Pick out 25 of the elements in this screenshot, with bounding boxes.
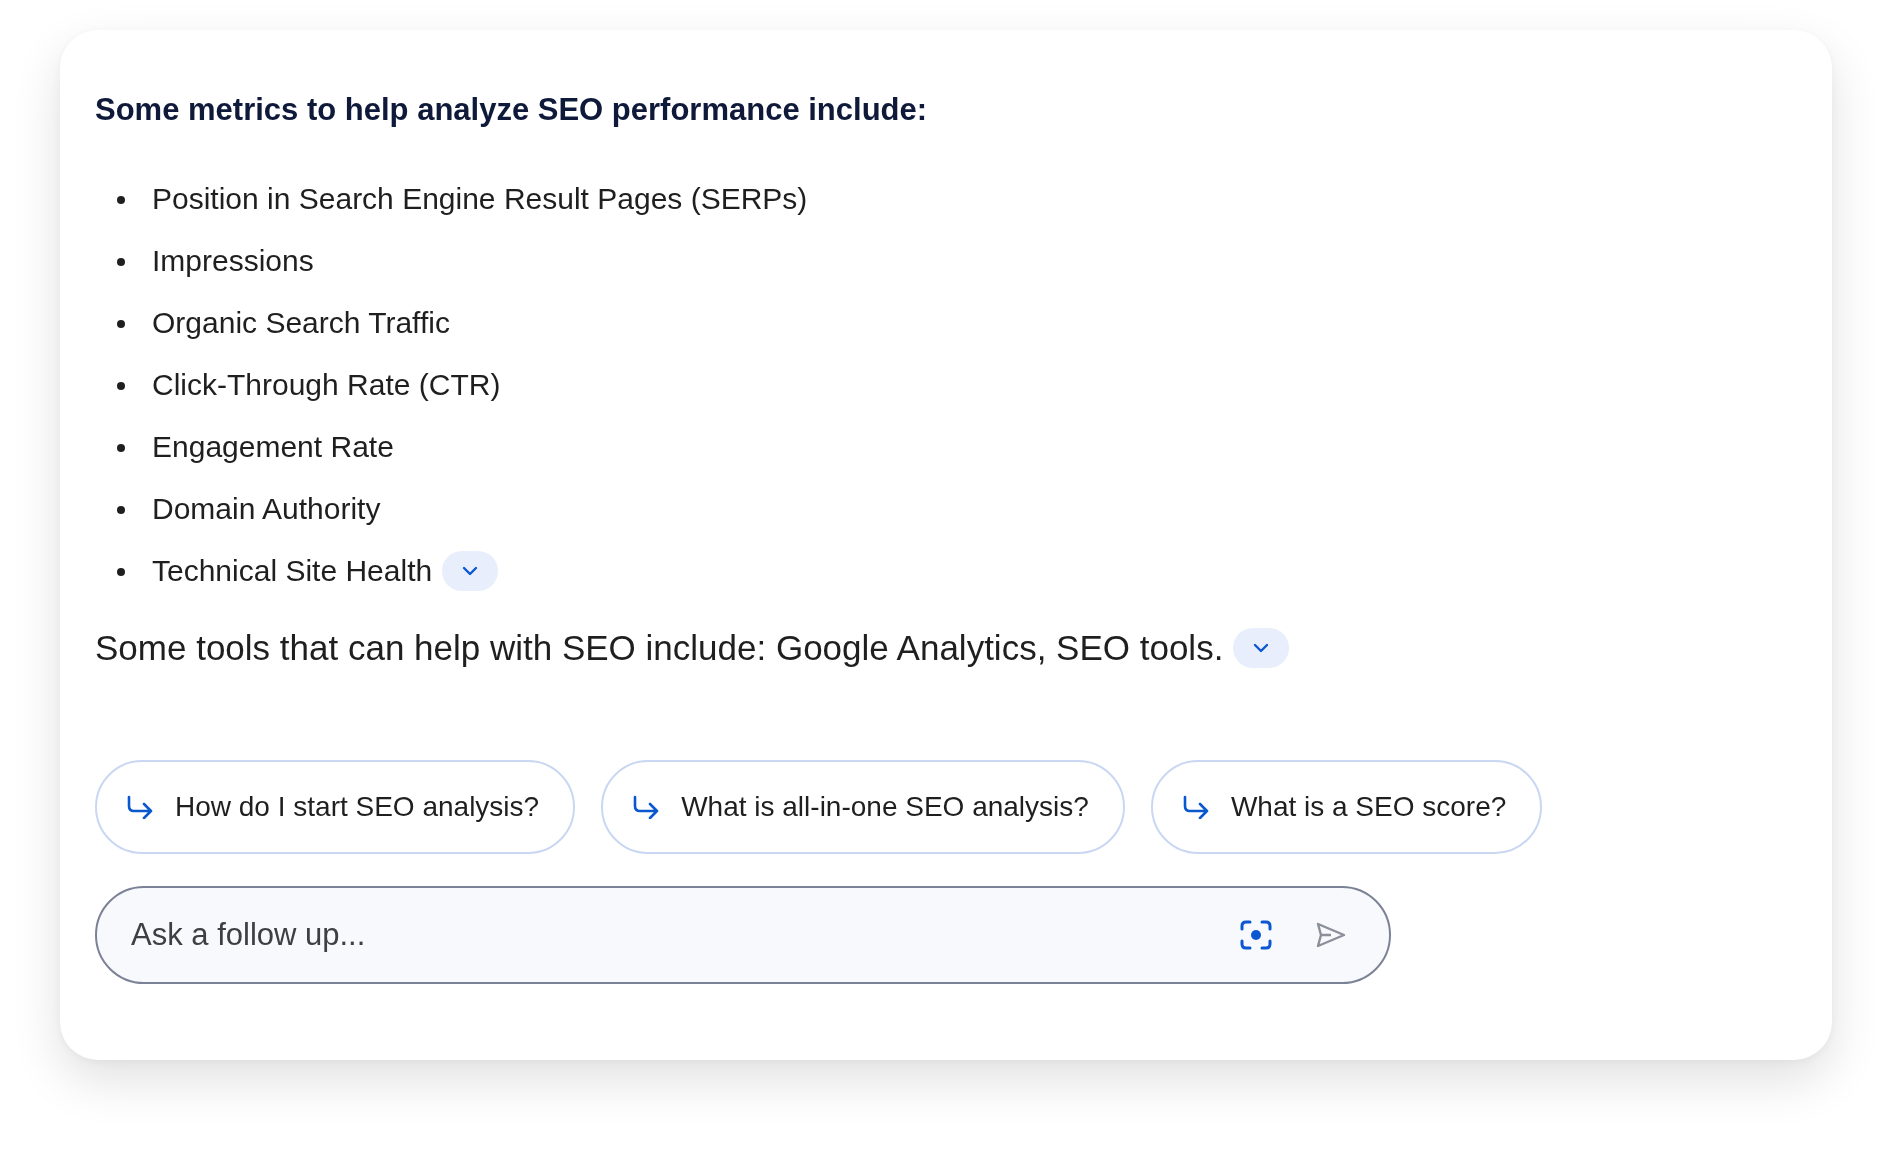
- bullet: [117, 382, 125, 390]
- list-item: Impressions: [152, 244, 314, 278]
- list-item: Click-Through Rate (CTR): [152, 368, 501, 402]
- list-item: Position in Search Engine Result Pages (SERPs): [152, 182, 808, 216]
- arrow-icon: [125, 795, 155, 819]
- bullet: [117, 444, 125, 452]
- bullet: [117, 568, 125, 576]
- follow-up-field[interactable]: Ask a follow up...: [95, 886, 1391, 984]
- chevron-down-icon: [1252, 642, 1271, 654]
- list-item: Domain Authority: [152, 492, 381, 526]
- list-item: Organic Search Traffic: [152, 306, 450, 340]
- bullet: [117, 506, 125, 514]
- bullet: [117, 196, 125, 204]
- list-item: Engagement Rate: [152, 430, 394, 464]
- camera-lens-icon[interactable]: [1239, 919, 1273, 951]
- answer-heading: Some metrics to help analyze SEO performance include:: [95, 92, 929, 128]
- bullet: [117, 258, 125, 266]
- chevron-down-icon: [461, 565, 480, 577]
- answer-text: Some tools that can help with SEO include: Google Analytics, SEO tools.: [95, 628, 1224, 668]
- send-icon[interactable]: [1315, 921, 1347, 949]
- suggestion-chip[interactable]: How do I start SEO analysis?: [95, 760, 576, 854]
- bullet: [117, 320, 125, 328]
- list-item: Technical Site Health: [152, 554, 433, 588]
- suggestion-chip[interactable]: What is a SEO score?: [1150, 760, 1543, 854]
- suggestion-chip[interactable]: What is all-in-one SEO analysis?: [601, 760, 1125, 854]
